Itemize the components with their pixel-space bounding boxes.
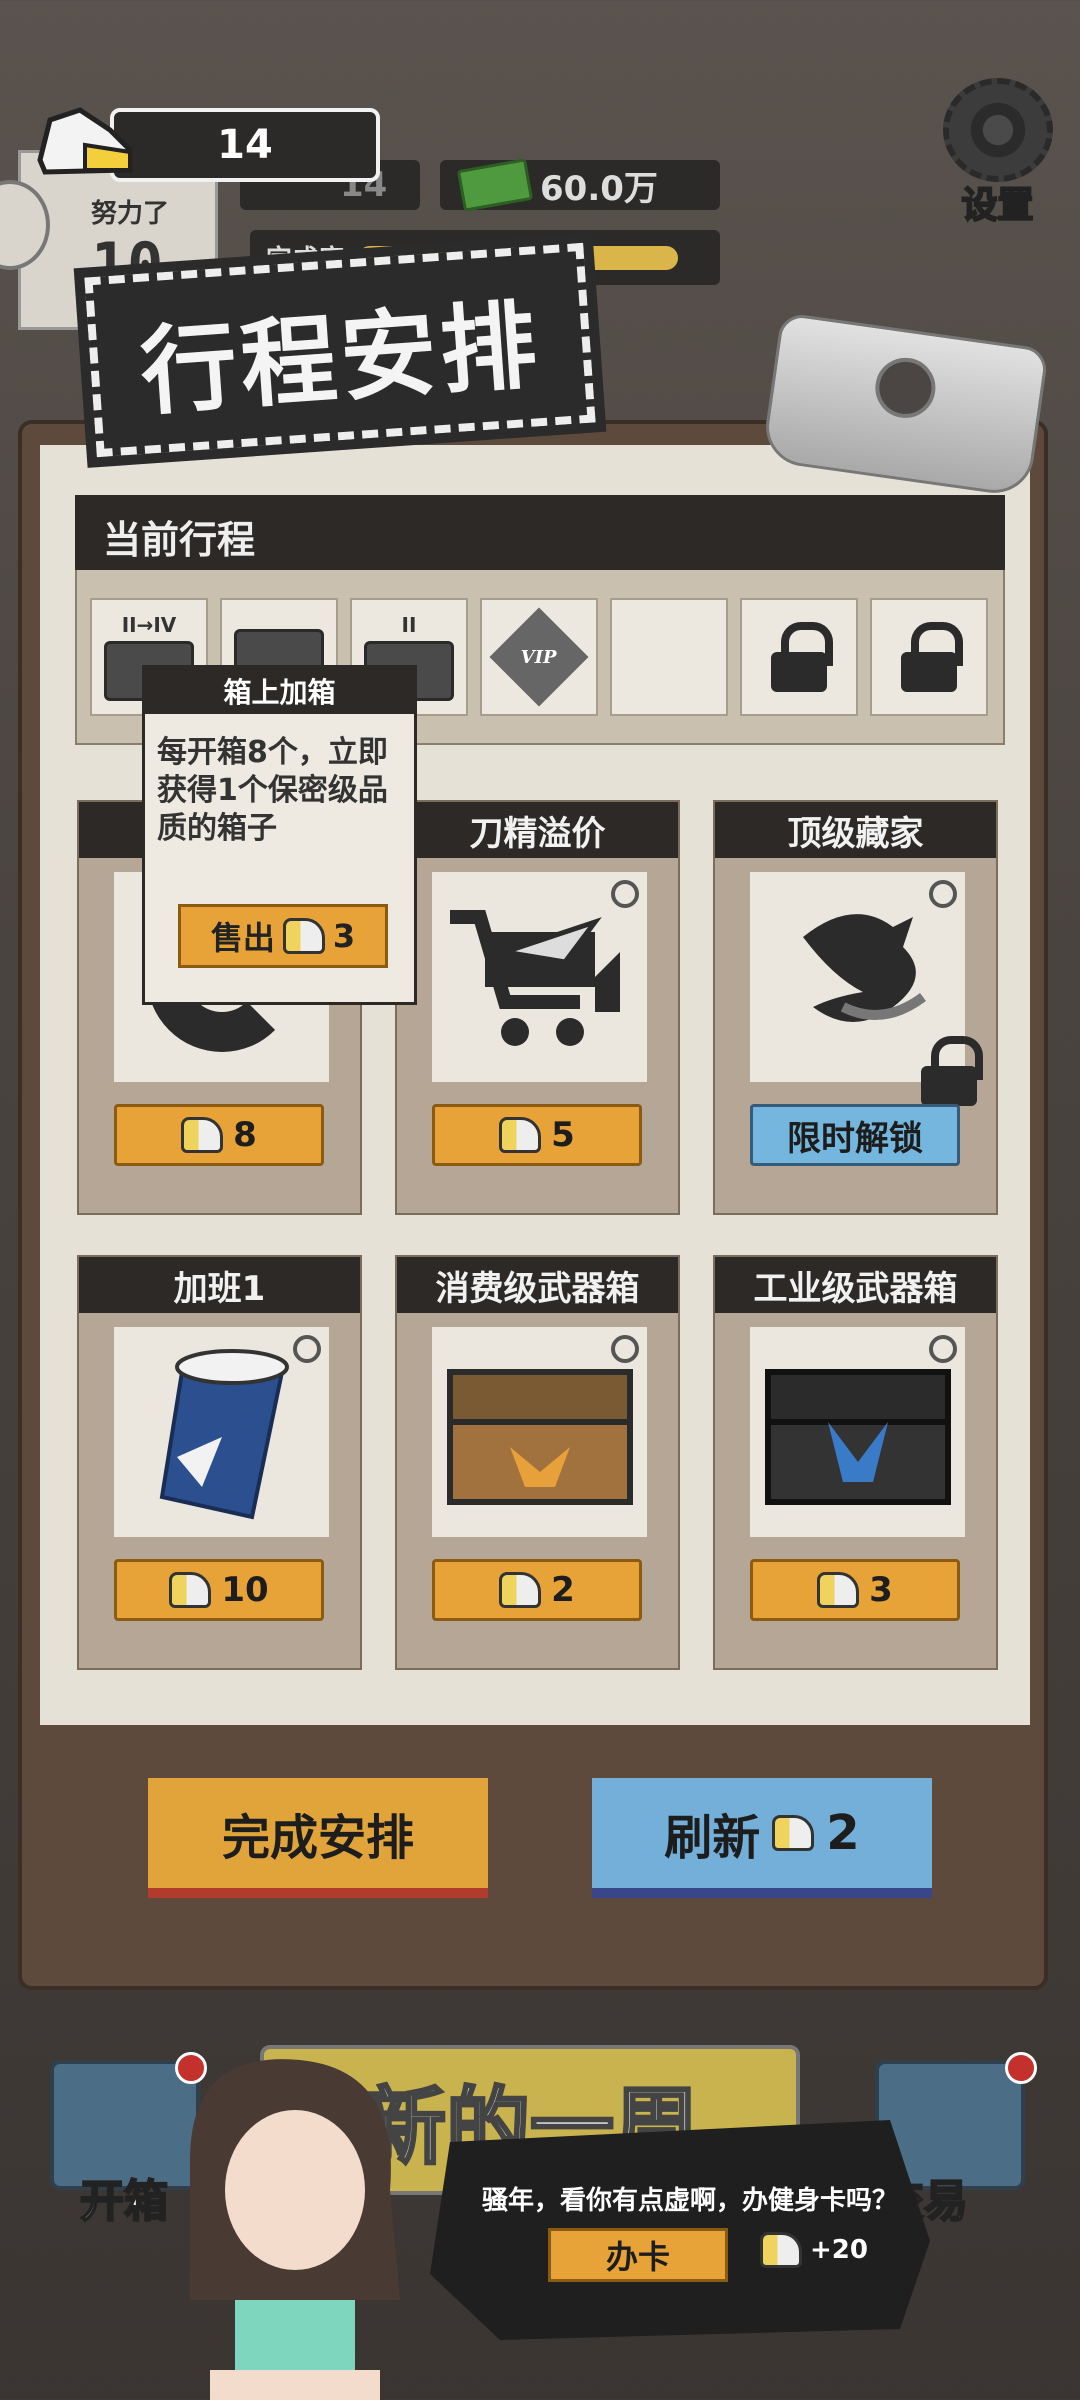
magnify-icon[interactable] [929, 1335, 957, 1363]
sneaker-icon [181, 1117, 224, 1153]
card-image [432, 872, 647, 1082]
cart-knife-icon [449, 910, 620, 1046]
finish-label: 完成安排 [221, 1810, 414, 1866]
price-value: 8 [233, 1115, 257, 1155]
reward-value: +20 [810, 2235, 868, 2265]
sneaker-icon [760, 2232, 802, 2268]
unlock-button[interactable]: 限时解锁 [750, 1104, 960, 1166]
magnify-icon[interactable] [929, 880, 957, 908]
price-value: 2 [551, 1570, 575, 1610]
tooltip-body: 每开箱8个，立即获得1个保密级品质的箱子 [157, 735, 388, 846]
lock-icon [771, 622, 833, 692]
buy-button[interactable]: 2 [432, 1559, 642, 1621]
plan-card-4[interactable]: 加班1 10 [77, 1255, 362, 1670]
card-title: 消费级武器箱 [397, 1257, 678, 1313]
buy-button[interactable]: 8 [114, 1104, 324, 1166]
lock-icon [921, 1036, 983, 1106]
schedule-slot-4[interactable]: VIP [480, 598, 598, 716]
card-title: 顶级藏家 [715, 802, 996, 858]
refresh-cost: 2 [826, 1805, 860, 1861]
sneaker-icon [499, 1117, 542, 1153]
title-banner: 行程安排 [74, 230, 606, 470]
coffee-cup-icon [159, 1349, 289, 1520]
price-value: 5 [551, 1115, 575, 1155]
money-display: 60.0万 [440, 158, 720, 212]
refresh-button[interactable]: 刷新 2 [592, 1778, 932, 1898]
schedule-slot-7 [870, 598, 988, 716]
schedule-slot-6 [740, 598, 858, 716]
shoe-counter: 14 [110, 108, 380, 182]
magnify-icon[interactable] [611, 880, 639, 908]
buy-button[interactable]: 3 [750, 1559, 960, 1621]
sell-label: 售出 [210, 919, 275, 957]
card-title: 刀精溢价 [397, 802, 678, 858]
card-image [114, 1327, 329, 1537]
card-title: 加班1 [79, 1257, 360, 1313]
gear-icon [942, 78, 1053, 182]
plan-card-3[interactable]: 顶级藏家 限时解锁 [713, 800, 998, 1215]
lock-icon [901, 622, 963, 692]
reward-display: +20 [760, 2232, 868, 2268]
buy-button[interactable]: 5 [432, 1104, 642, 1166]
buy-button[interactable]: 10 [114, 1559, 324, 1621]
speech-text: 骚年，看你有点虚啊，办健身卡吗？ [481, 2186, 898, 2216]
slot-label: II [401, 613, 417, 637]
vip-upgrade-icon: VIP [489, 607, 589, 707]
shoe-count: 14 [217, 122, 273, 168]
sneaker-icon [499, 1572, 542, 1608]
sneaker-icon [772, 1815, 815, 1851]
finish-schedule-button[interactable]: 完成安排 [148, 1778, 488, 1898]
magnify-icon[interactable] [611, 1335, 639, 1363]
page-title: 行程安排 [137, 288, 545, 429]
sneaker-icon [817, 1572, 860, 1608]
wood-crate-icon [446, 1369, 633, 1505]
schedule-slot-5[interactable] [610, 598, 728, 716]
card-image [432, 1327, 647, 1537]
plan-card-5[interactable]: 消费级武器箱 2 [395, 1255, 680, 1670]
perk-tooltip: 箱上加箱 每开箱8个，立即获得1个保密级品质的箱子 售出 3 [142, 665, 417, 1005]
black-crate-icon [764, 1369, 951, 1505]
slot-label: II→IV [121, 613, 177, 637]
settings-button[interactable]: 设置 [940, 78, 1055, 228]
dragon-icon [802, 914, 926, 1022]
sell-button[interactable]: 售出 3 [178, 904, 388, 968]
buy-membership-button[interactable]: 办卡 [548, 2228, 728, 2282]
card-title: 工业级武器箱 [715, 1257, 996, 1313]
sneaker-icon [30, 90, 140, 190]
magnify-icon[interactable] [293, 1335, 321, 1363]
notification-dot [1005, 2052, 1037, 2084]
card-image [750, 872, 983, 1106]
effort-label: 努力了 [91, 199, 170, 229]
refresh-label: 刷新 [664, 1810, 761, 1866]
sneaker-icon [169, 1572, 212, 1608]
unlock-label: 限时解锁 [787, 1118, 923, 1159]
npc-character [150, 2040, 430, 2400]
plan-card-2[interactable]: 刀精溢价 5 [395, 800, 680, 1215]
card-image [750, 1327, 965, 1537]
settings-label: 设置 [960, 184, 1034, 227]
sneaker-icon [282, 918, 325, 954]
membership-label: 办卡 [605, 2238, 670, 2276]
money-value: 60.0万 [540, 168, 658, 209]
sell-price: 3 [332, 917, 356, 955]
plan-card-6[interactable]: 工业级武器箱 3 [713, 1255, 998, 1670]
current-schedule-header: 当前行程 [75, 495, 1005, 570]
price-value: 3 [869, 1570, 893, 1610]
cash-icon [456, 158, 534, 212]
tooltip-title: 箱上加箱 [145, 668, 414, 714]
price-value: 10 [221, 1570, 269, 1610]
